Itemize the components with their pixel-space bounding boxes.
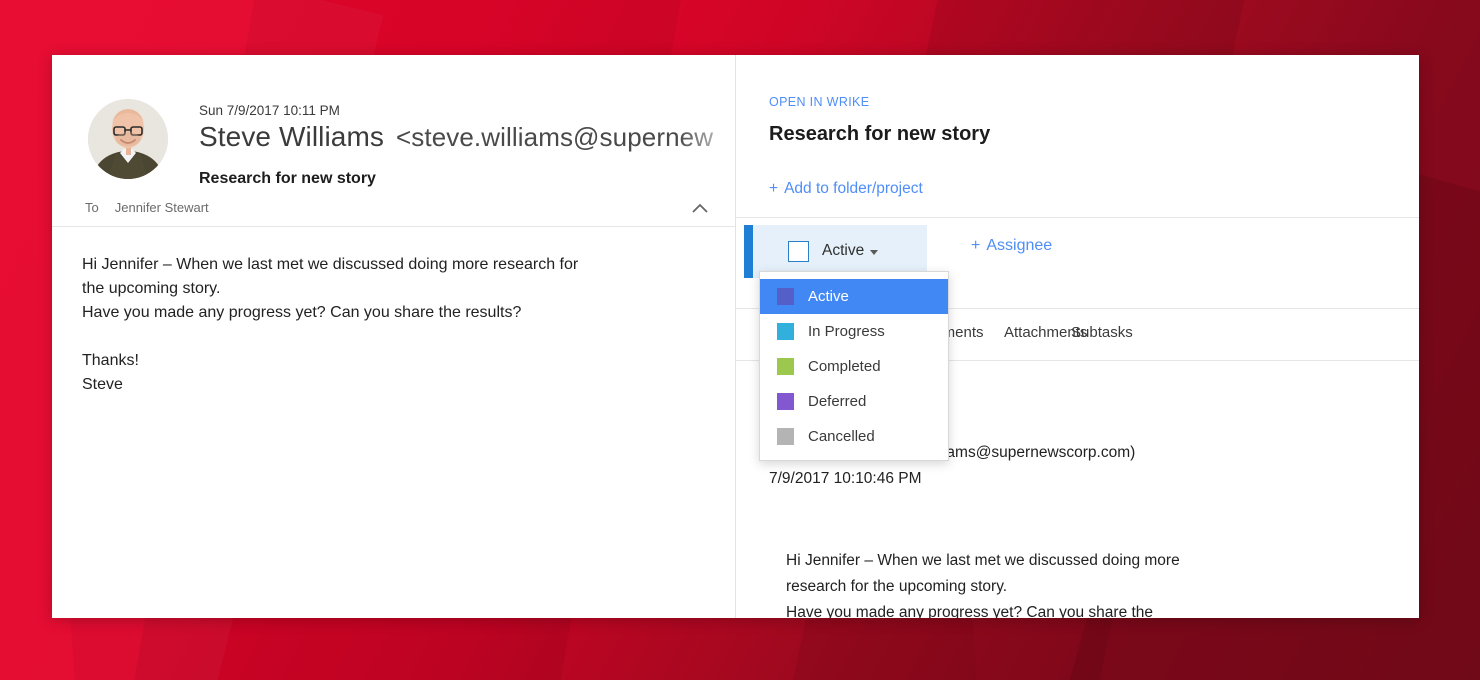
email-signoff-line: Thanks! — [82, 352, 139, 369]
plus-icon: + — [971, 237, 981, 254]
status-option-label: In Progress — [808, 323, 885, 340]
add-assignee-button[interactable]: + Assignee — [971, 237, 1052, 255]
email-body: Hi Jennifer – When we last met we discus… — [82, 253, 682, 397]
status-color-swatch — [777, 323, 794, 340]
to-label: To — [85, 200, 99, 215]
status-label: Active — [822, 242, 865, 259]
task-title: Research for new story — [769, 123, 991, 145]
status-option-label: Completed — [808, 358, 881, 375]
status-accent-bar — [744, 225, 753, 278]
comment-body-line: research for the upcoming story. — [786, 578, 1008, 595]
chevron-up-icon[interactable] — [689, 200, 711, 218]
email-timestamp: Sun 7/9/2017 10:11 PM — [199, 103, 340, 118]
email-body-line: the upcoming story. — [82, 280, 221, 297]
email-body-line: Hi Jennifer – When we last met we discus… — [82, 256, 579, 273]
status-option-active[interactable]: Active — [760, 279, 948, 314]
chevron-down-icon — [870, 250, 878, 255]
status-color-swatch — [777, 393, 794, 410]
status-color-swatch — [777, 358, 794, 375]
status-option-cancelled[interactable]: Cancelled — [760, 419, 948, 454]
email-signoff-line: Steve — [82, 376, 123, 393]
status-option-label: Active — [808, 288, 849, 305]
add-to-folder-label: Add to folder/project — [784, 180, 923, 197]
app-card: Sun 7/9/2017 10:11 PM Steve Williams <ste… — [52, 55, 1419, 618]
email-subject: Research for new story — [199, 170, 376, 187]
to-recipient[interactable]: Jennifer Stewart — [115, 200, 209, 215]
status-option-in-progress[interactable]: In Progress — [760, 314, 948, 349]
checkbox-unchecked-icon[interactable] — [788, 241, 809, 262]
email-reading-pane: Sun 7/9/2017 10:11 PM Steve Williams <ste… — [52, 55, 735, 618]
sender-email: <steve.williams@supernew — [396, 122, 714, 152]
status-color-swatch — [777, 288, 794, 305]
divider — [52, 226, 735, 227]
comment-body-line: Hi Jennifer – When we last met we discus… — [786, 552, 1180, 569]
avatar — [88, 99, 168, 179]
comment-body: Hi Jennifer – When we last met we discus… — [786, 548, 1306, 618]
assignee-label: Assignee — [986, 237, 1053, 254]
comment-timestamp: 7/9/2017 10:10:46 PM — [769, 470, 922, 487]
plus-icon: + — [769, 180, 779, 197]
status-option-label: Deferred — [808, 393, 867, 410]
comment-body-line: Have you made any progress yet? Can you … — [786, 604, 1154, 618]
email-body-line: Have you made any progress yet? Can you … — [82, 304, 522, 321]
sender-name: Steve Williams — [199, 121, 384, 152]
status-option-completed[interactable]: Completed — [760, 349, 948, 384]
status-option-label: Cancelled — [808, 428, 875, 445]
email-sender-line: Steve Williams <steve.williams@supernew — [199, 121, 735, 163]
tab-subtasks[interactable]: Subtasks — [1071, 324, 1133, 341]
status-option-deferred[interactable]: Deferred — [760, 384, 948, 419]
status-color-swatch — [777, 428, 794, 445]
add-to-folder-button[interactable]: + Add to folder/project — [769, 180, 923, 198]
open-in-wrike-link[interactable]: OPEN IN WRIKE — [769, 95, 869, 109]
email-recipients-row: To Jennifer Stewart — [85, 200, 209, 215]
status-dropdown-menu[interactable]: Active In Progress Completed Deferred Cancel… — [759, 271, 949, 461]
divider — [736, 217, 1419, 218]
